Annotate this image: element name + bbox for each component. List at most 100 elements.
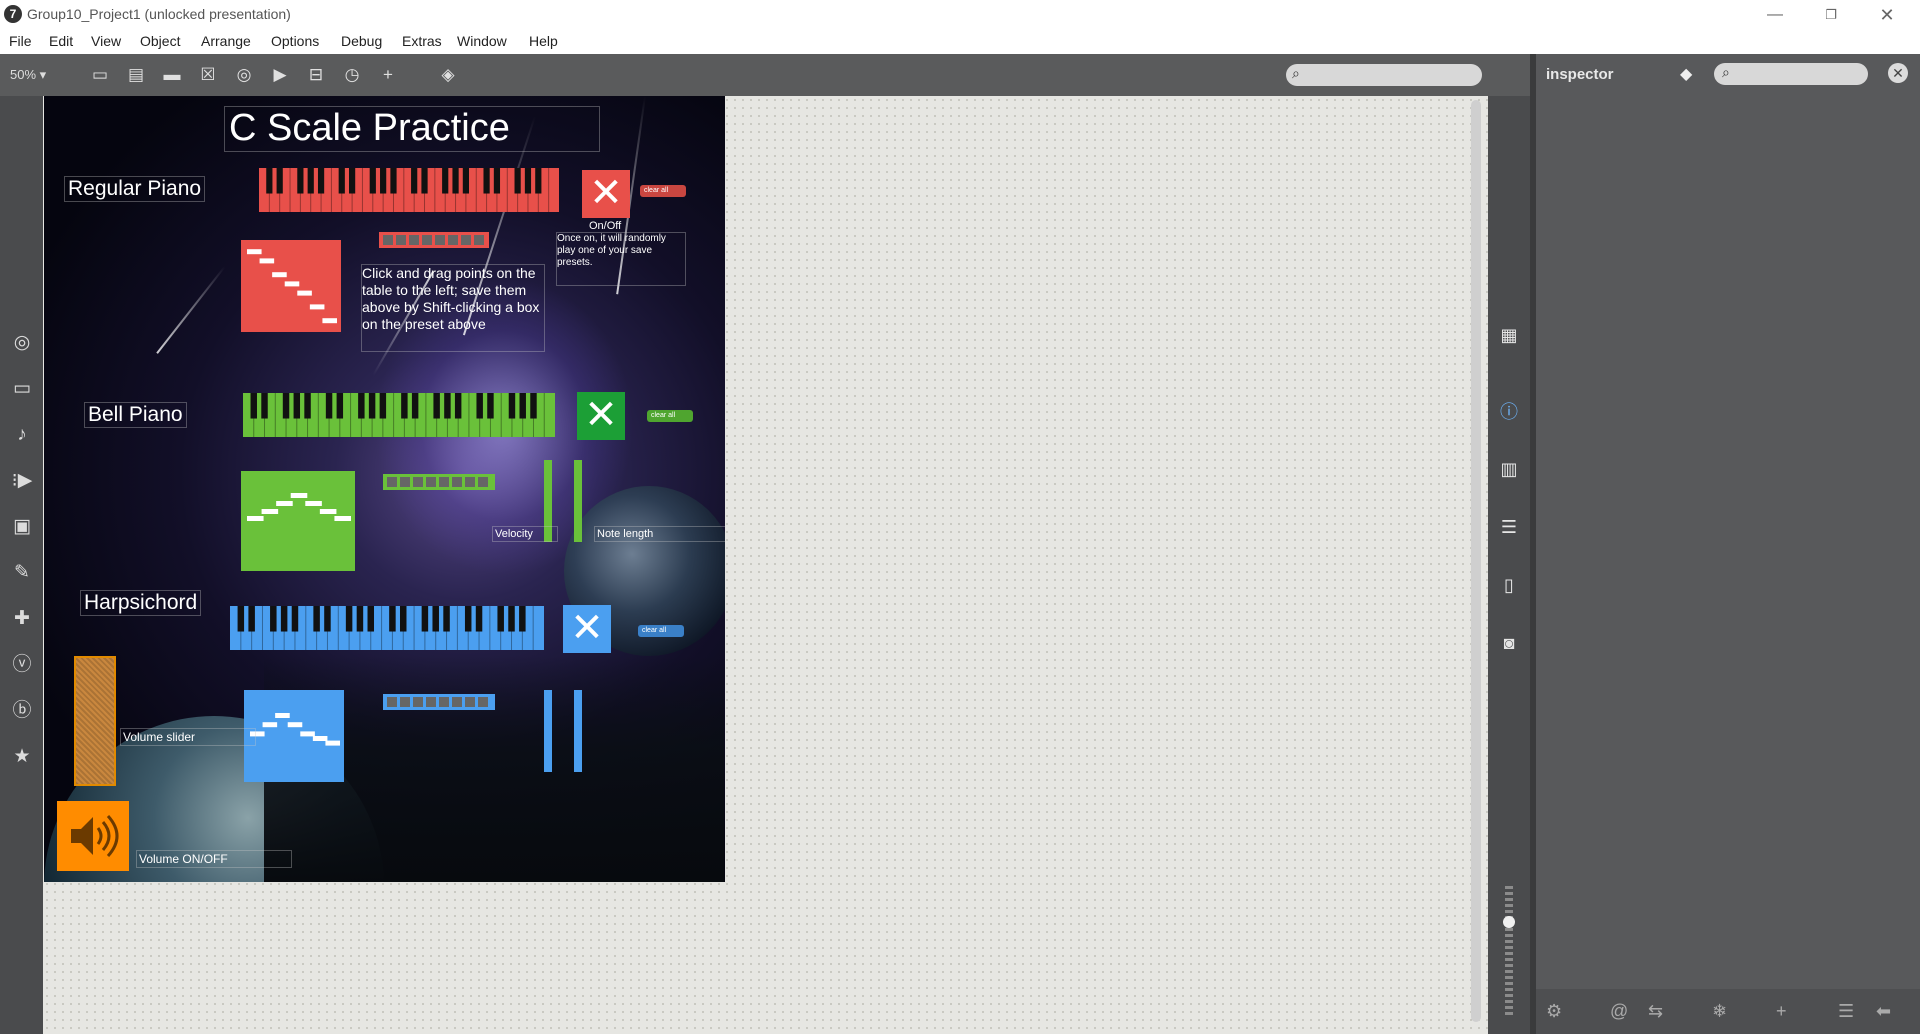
harpsichord-preset[interactable] xyxy=(383,694,495,710)
preset-slot[interactable] xyxy=(439,697,449,707)
menu-icon[interactable]: ☰ xyxy=(1838,1001,1854,1022)
table-point[interactable] xyxy=(309,304,325,310)
playbar-icon[interactable]: ▶ xyxy=(268,63,292,87)
menu-window[interactable]: Window xyxy=(457,33,507,49)
table-point[interactable] xyxy=(312,736,328,741)
camera-icon[interactable]: ◙ xyxy=(1496,630,1522,656)
black-key[interactable] xyxy=(433,393,440,419)
bell-piano-preset[interactable] xyxy=(383,474,495,490)
volume-slider[interactable] xyxy=(74,656,116,786)
regular-piano-onoff-toggle[interactable]: ✕ xyxy=(582,170,630,218)
pin-icon[interactable]: ◆ xyxy=(1680,64,1692,84)
table-point[interactable] xyxy=(247,249,262,255)
menu-view[interactable]: View xyxy=(91,33,121,49)
black-key[interactable] xyxy=(535,168,542,194)
preset-slot[interactable] xyxy=(422,235,432,245)
black-key[interactable] xyxy=(349,168,356,194)
black-key[interactable] xyxy=(345,606,353,632)
black-key[interactable] xyxy=(276,168,283,194)
preset-slot[interactable] xyxy=(413,477,423,487)
list-icon[interactable]: ☰ xyxy=(1496,514,1522,540)
table-point[interactable] xyxy=(325,740,340,746)
star-icon[interactable]: ★ xyxy=(9,744,35,770)
swap-icon[interactable]: ⇆ xyxy=(1648,1001,1663,1022)
preset-slot[interactable] xyxy=(474,235,484,245)
bell-piano-onoff-toggle[interactable]: ✕ xyxy=(577,392,625,440)
black-key[interactable] xyxy=(487,393,494,419)
black-key[interactable] xyxy=(280,606,288,632)
black-key[interactable] xyxy=(338,168,345,194)
table-point[interactable] xyxy=(300,731,315,737)
button-object-icon[interactable]: ◎ xyxy=(232,63,256,87)
black-key[interactable] xyxy=(369,168,376,194)
black-key[interactable] xyxy=(293,393,301,419)
zoom-menu[interactable]: 50% ▾ xyxy=(10,67,46,83)
black-key[interactable] xyxy=(248,606,255,632)
browser-icon[interactable]: ◎ xyxy=(9,330,35,356)
black-key[interactable] xyxy=(266,168,273,194)
black-key[interactable] xyxy=(390,168,397,194)
preset-slot[interactable] xyxy=(383,235,393,245)
snowflake-icon[interactable]: ❄ xyxy=(1712,1001,1727,1022)
black-key[interactable] xyxy=(514,168,521,194)
level-meter-knob[interactable] xyxy=(1503,916,1515,928)
vertical-scrollbar[interactable] xyxy=(1471,100,1481,1022)
columns-icon[interactable]: ▥ xyxy=(1496,456,1522,482)
black-key[interactable] xyxy=(379,393,387,419)
preset-slot[interactable] xyxy=(452,477,462,487)
menu-edit[interactable]: Edit xyxy=(49,33,73,49)
preset-slot[interactable] xyxy=(426,697,436,707)
black-key[interactable] xyxy=(250,393,257,419)
black-key[interactable] xyxy=(313,606,320,632)
menu-extras[interactable]: Extras xyxy=(402,33,442,49)
black-key[interactable] xyxy=(401,393,408,419)
table-point[interactable] xyxy=(247,516,264,521)
bell-note-length-slider[interactable] xyxy=(574,460,582,542)
bell-piano-table[interactable] xyxy=(241,471,355,571)
black-key[interactable] xyxy=(508,393,516,419)
preset-slot[interactable] xyxy=(465,697,475,707)
black-key[interactable] xyxy=(356,606,364,632)
paint-bucket-icon[interactable]: ◈ xyxy=(436,63,460,87)
table-point[interactable] xyxy=(305,501,322,506)
preset-slot[interactable] xyxy=(478,697,488,707)
regular-piano-table[interactable] xyxy=(241,240,341,332)
black-key[interactable] xyxy=(530,393,537,419)
black-key[interactable] xyxy=(476,393,483,419)
black-key[interactable] xyxy=(519,606,526,632)
table-point[interactable] xyxy=(297,290,312,296)
close-icon[interactable]: ✕ xyxy=(1888,63,1908,83)
black-key[interactable] xyxy=(368,393,376,419)
black-key[interactable] xyxy=(452,168,459,194)
table-point[interactable] xyxy=(334,516,351,521)
black-key[interactable] xyxy=(411,393,419,419)
black-key[interactable] xyxy=(443,606,450,632)
black-key[interactable] xyxy=(519,393,526,419)
preset-slot[interactable] xyxy=(435,235,445,245)
black-key[interactable] xyxy=(261,393,268,419)
paperclip-icon[interactable]: ✎ xyxy=(9,560,35,586)
black-key[interactable] xyxy=(336,393,344,419)
regular-piano-preset[interactable] xyxy=(379,232,489,248)
black-key[interactable] xyxy=(358,393,365,419)
black-key[interactable] xyxy=(442,168,449,194)
black-key[interactable] xyxy=(493,168,501,194)
table-point[interactable] xyxy=(287,722,303,728)
table-point[interactable] xyxy=(290,493,308,498)
black-key[interactable] xyxy=(324,606,331,632)
menu-help[interactable]: Help xyxy=(529,33,558,49)
menu-arrange[interactable]: Arrange xyxy=(201,33,251,49)
clip-icon[interactable]: ▭ xyxy=(9,376,35,402)
preset-slot[interactable] xyxy=(461,235,471,245)
preset-slot[interactable] xyxy=(396,235,406,245)
harpsichord-clear-button[interactable]: clear all xyxy=(638,625,684,637)
black-key[interactable] xyxy=(282,393,290,419)
table-point[interactable] xyxy=(261,509,279,514)
preset-slot[interactable] xyxy=(387,477,397,487)
dial-icon[interactable]: ◷ xyxy=(340,63,364,87)
preset-slot[interactable] xyxy=(413,697,423,707)
bell-piano-clear-button[interactable]: clear all xyxy=(647,410,693,422)
toggle-object-icon[interactable]: ☒ xyxy=(196,63,220,87)
preset-slot[interactable] xyxy=(478,477,488,487)
black-key[interactable] xyxy=(317,168,325,194)
